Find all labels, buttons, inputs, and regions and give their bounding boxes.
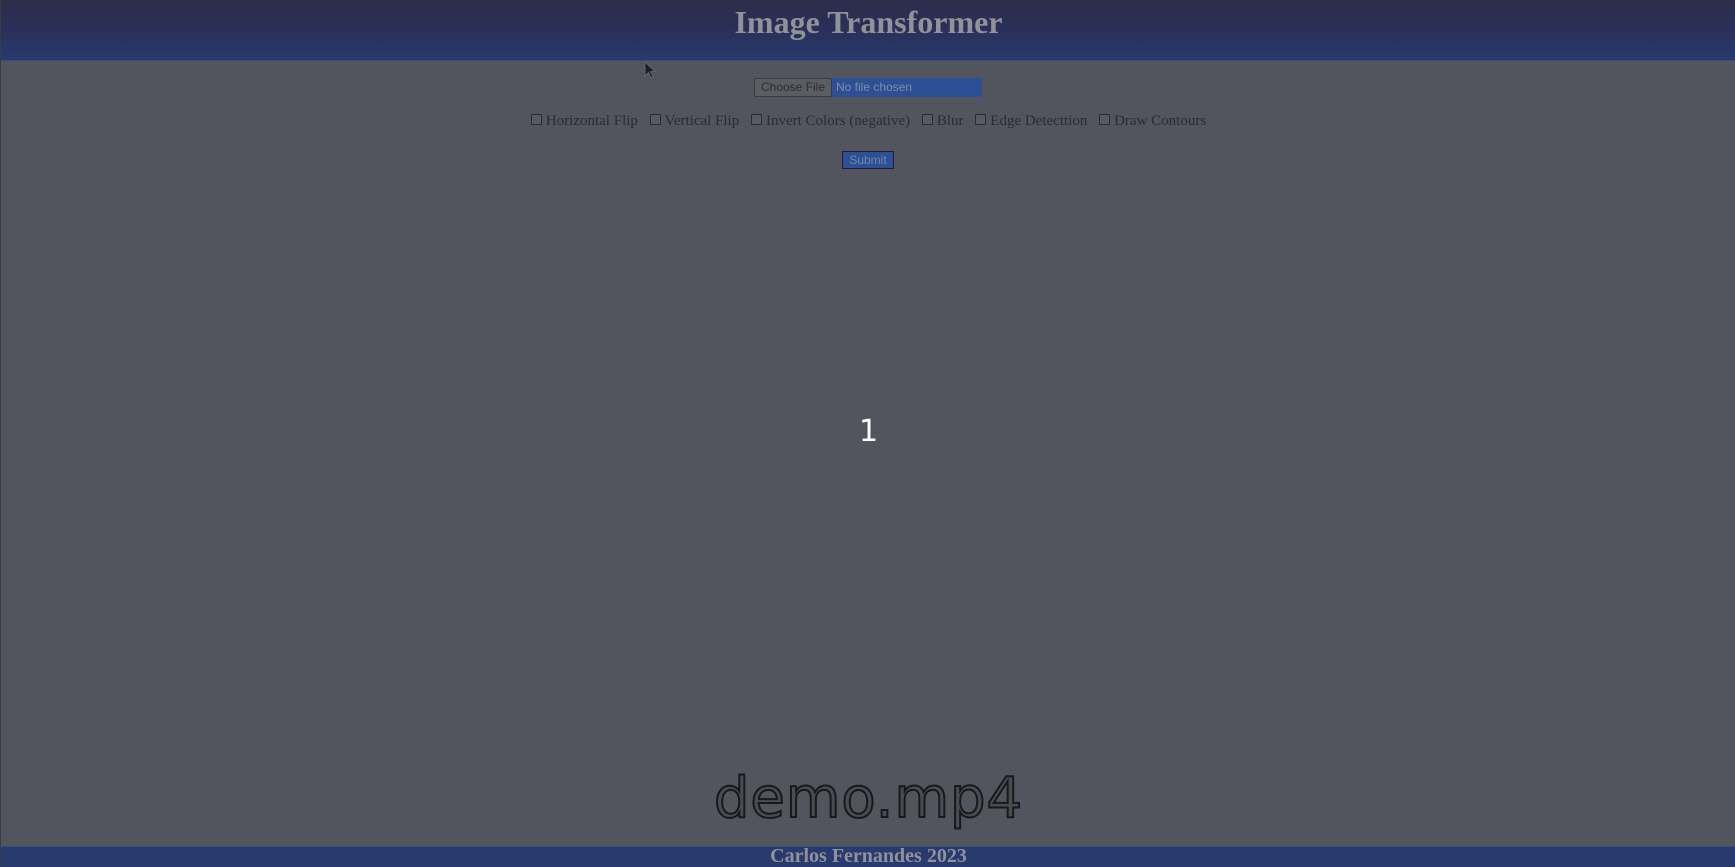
app-window: Image Transformer Choose File No file ch… [0,0,1735,867]
choose-file-button[interactable]: Choose File [754,78,832,97]
draw-contours-label: Draw Contours [1114,113,1207,129]
file-status-text: No file chosen [832,78,982,97]
transform-options: Horizontal Flip Vertical Flip Invert Col… [1,113,1735,132]
option-invert-colors[interactable]: Invert Colors (negative) [750,113,911,130]
vertical-flip-label: Vertical Flip [664,113,740,129]
page-title: Image Transformer [734,4,1003,40]
file-upload[interactable]: Choose File No file chosen [754,78,982,97]
page-footer: Carlos Fernandes 2023 [1,845,1735,867]
edge-detection-label: Edge Detecttion [990,113,1088,129]
option-vertical-flip[interactable]: Vertical Flip [649,113,740,130]
page-header: Image Transformer [1,0,1735,61]
option-draw-contours[interactable]: Draw Contours [1099,113,1206,130]
edge-detection-checkbox[interactable] [975,114,987,125]
blur-checkbox[interactable] [921,114,933,125]
blur-label: Blur [936,113,964,129]
horizontal-flip-checkbox[interactable] [530,114,542,125]
video-filename-watermark: demo.mp4 [713,765,1024,832]
option-blur[interactable]: Blur [921,113,964,130]
vertical-flip-checkbox[interactable] [649,114,661,125]
option-horizontal-flip[interactable]: Horizontal Flip [530,113,638,130]
invert-colors-label: Invert Colors (negative) [765,113,911,129]
footer-credit: Carlos Fernandes 2023 [770,845,967,867]
option-edge-detection[interactable]: Edge Detecttion [975,113,1087,130]
invert-colors-checkbox[interactable] [750,114,762,125]
countdown-number: 1 [858,414,879,449]
draw-contours-checkbox[interactable] [1099,114,1111,125]
mouse-pointer-icon [644,61,656,79]
submit-button[interactable]: Submit [842,151,894,169]
horizontal-flip-label: Horizontal Flip [545,113,638,129]
